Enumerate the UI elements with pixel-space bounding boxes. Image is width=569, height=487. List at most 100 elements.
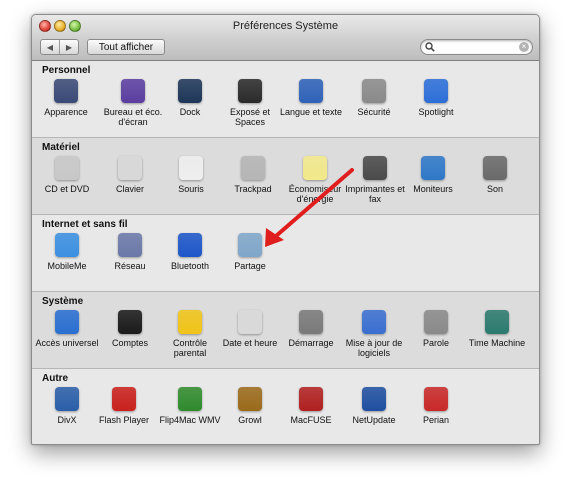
- search-icon: [425, 42, 435, 52]
- pref-pane-accounts[interactable]: Comptes: [98, 310, 162, 348]
- growl-icon: [238, 387, 262, 411]
- pref-pane-mouse[interactable]: Souris: [159, 156, 223, 194]
- section-internet-et-sans-fil: Internet et sans fil MobileMe Réseau Blueto…: [32, 215, 539, 292]
- flash-player-icon: [112, 387, 136, 411]
- pref-pane-label: Contrôle parental: [172, 338, 208, 358]
- pref-pane-label: MacFUSE: [290, 415, 332, 425]
- pref-pane-label: Imprimantes et fax: [345, 184, 405, 204]
- language-text-icon: [299, 79, 323, 103]
- pref-pane-security[interactable]: Sécurité: [342, 79, 406, 117]
- pref-pane-label: Dock: [179, 107, 201, 117]
- pref-pane-startup-disk[interactable]: Démarrage: [279, 310, 343, 348]
- pref-pane-parental-controls[interactable]: Contrôle parental: [158, 310, 222, 358]
- pref-pane-perian[interactable]: Perian: [404, 387, 468, 425]
- pref-pane-universal-access[interactable]: Accès universel: [35, 310, 99, 348]
- time-machine-icon: [485, 310, 509, 334]
- pref-pane-label: MobileMe: [47, 261, 87, 271]
- trackpad-icon: [241, 156, 265, 180]
- pref-pane-macfuse[interactable]: MacFUSE: [279, 387, 343, 425]
- bluetooth-icon: [178, 233, 202, 257]
- divx-icon: [55, 387, 79, 411]
- date-time-icon: [238, 310, 262, 334]
- pref-pane-language-text[interactable]: Langue et texte: [279, 79, 343, 117]
- mouse-icon: [179, 156, 203, 180]
- pref-pane-trackpad[interactable]: Trackpad: [221, 156, 285, 194]
- window-titlebar: Préférences Système ◀ ▶ Tout afficher ×: [32, 15, 539, 61]
- pref-pane-date-time[interactable]: Date et heure: [218, 310, 282, 348]
- pref-pane-label: Clavier: [115, 184, 144, 194]
- pref-pane-label: Growl: [238, 415, 262, 425]
- search-input[interactable]: [437, 41, 517, 53]
- pref-pane-bluetooth[interactable]: Bluetooth: [158, 233, 222, 271]
- pref-pane-label: CD et DVD: [44, 184, 90, 194]
- pref-pane-divx[interactable]: DivX: [35, 387, 99, 425]
- section-title: Système: [42, 296, 84, 307]
- pref-pane-label: Mise à jour de logiciels: [345, 338, 403, 358]
- perian-icon: [424, 387, 448, 411]
- window-title: Préférences Système: [232, 20, 339, 32]
- spotlight-icon: [424, 79, 448, 103]
- pref-pane-dock[interactable]: Dock: [158, 79, 222, 117]
- expose-spaces-icon: [238, 79, 262, 103]
- energy-saver-icon: [303, 156, 327, 180]
- desktop-screensaver-icon: [121, 79, 145, 103]
- pref-pane-label: Flash Player: [98, 415, 150, 425]
- section-title: Autre: [42, 373, 69, 384]
- macfuse-icon: [299, 387, 323, 411]
- pref-pane-label: DivX: [57, 415, 77, 425]
- pref-pane-displays[interactable]: Moniteurs: [401, 156, 465, 194]
- appearance-icon: [54, 79, 78, 103]
- pref-pane-sound[interactable]: Son: [463, 156, 527, 194]
- pref-pane-label: Accès universel: [35, 338, 99, 348]
- pref-pane-time-machine[interactable]: Time Machine: [465, 310, 529, 348]
- pref-pane-netupdate[interactable]: NetUpdate: [342, 387, 406, 425]
- sharing-icon: [238, 233, 262, 257]
- pref-pane-appearance[interactable]: Apparence: [34, 79, 98, 117]
- pref-pane-keyboard[interactable]: Clavier: [98, 156, 162, 194]
- universal-access-icon: [55, 310, 79, 334]
- pref-pane-label: Réseau: [114, 261, 146, 271]
- section-personnel: Personnel Apparence Bureau et éco. d'écran…: [32, 61, 539, 138]
- pref-pane-label: Partage: [234, 261, 266, 271]
- pref-pane-label: Exposé et Spaces: [229, 107, 271, 127]
- pref-pane-label: Sécurité: [357, 107, 391, 117]
- parental-controls-icon: [178, 310, 202, 334]
- pref-pane-spotlight[interactable]: Spotlight: [404, 79, 468, 117]
- pref-pane-label: Perian: [422, 415, 449, 425]
- pref-pane-printer[interactable]: Imprimantes et fax: [343, 156, 407, 204]
- pref-pane-label: Time Machine: [468, 338, 526, 348]
- pref-pane-label: Langue et texte: [279, 107, 343, 117]
- pref-pane-flash-player[interactable]: Flash Player: [92, 387, 156, 425]
- startup-disk-icon: [299, 310, 323, 334]
- pref-pane-label: Apparence: [44, 107, 88, 117]
- navigation-buttons: ◀ ▶: [40, 39, 79, 55]
- pref-pane-software-update[interactable]: Mise à jour de logiciels: [342, 310, 406, 358]
- software-update-icon: [362, 310, 386, 334]
- show-all-button[interactable]: Tout afficher: [87, 39, 165, 55]
- pref-pane-label: Trackpad: [234, 184, 272, 194]
- back-icon[interactable]: ◀: [41, 40, 60, 54]
- pref-pane-speech[interactable]: Parole: [404, 310, 468, 348]
- pref-pane-label: Économiseur d'énergie: [288, 184, 342, 204]
- sound-icon: [483, 156, 507, 180]
- pref-pane-label: Démarrage: [288, 338, 334, 348]
- accounts-icon: [118, 310, 142, 334]
- pref-pane-desktop-screensaver[interactable]: Bureau et éco. d'écran: [101, 79, 165, 127]
- system-preferences-window: Préférences Système ◀ ▶ Tout afficher × …: [31, 14, 540, 445]
- pref-pane-energy-saver[interactable]: Économiseur d'énergie: [283, 156, 347, 204]
- search-field-container: ×: [420, 39, 533, 55]
- forward-icon[interactable]: ▶: [60, 40, 78, 54]
- pref-pane-cd-dvd[interactable]: CD et DVD: [35, 156, 99, 194]
- pref-pane-network[interactable]: Réseau: [98, 233, 162, 271]
- pref-pane-mobileme[interactable]: MobileMe: [35, 233, 99, 271]
- dock-icon: [178, 79, 202, 103]
- pref-pane-expose-spaces[interactable]: Exposé et Spaces: [218, 79, 282, 127]
- pref-pane-flip4mac[interactable]: Flip4Mac WMV: [158, 387, 222, 425]
- pref-pane-sharing[interactable]: Partage: [218, 233, 282, 271]
- pref-pane-growl[interactable]: Growl: [218, 387, 282, 425]
- pref-pane-label: Flip4Mac WMV: [159, 415, 221, 425]
- mobileme-icon: [55, 233, 79, 257]
- clear-search-icon[interactable]: ×: [519, 42, 529, 52]
- pref-pane-label: Comptes: [111, 338, 148, 348]
- security-icon: [362, 79, 386, 103]
